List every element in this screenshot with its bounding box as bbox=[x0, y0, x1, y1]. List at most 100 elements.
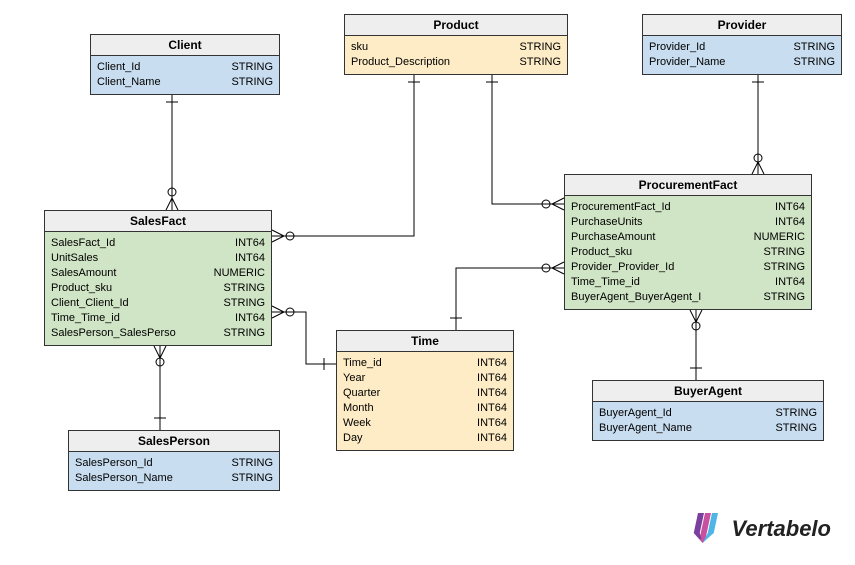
field-row: Provider_Provider_Id STRING bbox=[571, 260, 805, 275]
field-name: Year bbox=[343, 371, 373, 386]
field-type: STRING bbox=[519, 40, 561, 55]
field-type: STRING bbox=[793, 40, 835, 55]
field-type: STRING bbox=[223, 326, 265, 341]
field-row: Product_skuSTRING bbox=[571, 245, 805, 260]
field-row: Week INT64 bbox=[343, 416, 507, 431]
field-type: STRING bbox=[231, 456, 273, 471]
field-name: Client_Id bbox=[97, 60, 148, 75]
field-name: SalesPerson_Name bbox=[75, 471, 181, 486]
field-row: UnitSales INT64 bbox=[51, 251, 265, 266]
field-name: Provider_Provider_Id bbox=[571, 260, 682, 275]
field-name: Product_sku bbox=[51, 281, 120, 296]
field-row: Product_Description STRING bbox=[351, 55, 561, 70]
field-name: BuyerAgent_Name bbox=[599, 421, 700, 436]
field-name: Product_Description bbox=[351, 55, 458, 70]
field-row: Month INT64 bbox=[343, 401, 507, 416]
field-row: SalesPerson_Id STRING bbox=[75, 456, 273, 471]
entity-time-body: Time_idINT64 YearINT64 QuarterINT64 Mont… bbox=[337, 352, 513, 450]
field-type: INT64 bbox=[477, 431, 507, 446]
field-name: ProcurementFact_Id bbox=[571, 200, 679, 215]
field-name: Quarter bbox=[343, 386, 388, 401]
entity-salesfact-body: SalesFact_Id INT64 UnitSales INT64 SalesAm… bbox=[45, 232, 271, 345]
entity-client-body: Client_Id STRING Client_Name STRING bbox=[91, 56, 279, 94]
entity-client: Client Client_IdSTRING Client_NameSTRING bbox=[90, 34, 280, 95]
field-name: Day bbox=[343, 431, 371, 446]
field-name: Product_sku bbox=[571, 245, 640, 260]
entity-salesperson-body: SalesPerson_Id STRING SalesPerson_NameSTR… bbox=[69, 452, 279, 490]
field-row: ProcurementFact_Id INT64 bbox=[571, 200, 805, 215]
entity-salesfact-title: SalesFact bbox=[45, 211, 271, 232]
field-type: INT64 bbox=[775, 275, 805, 290]
field-name: Week bbox=[343, 416, 379, 431]
field-name: BuyerAgent_Id bbox=[599, 406, 680, 421]
field-row: Provider_Name STRING bbox=[649, 55, 835, 70]
field-type: INT64 bbox=[775, 200, 805, 215]
entity-salesperson: SalesPerson SalesPerson_Id STRING SalesPe… bbox=[68, 430, 280, 491]
field-type: STRING bbox=[223, 296, 265, 311]
field-type: STRING bbox=[231, 75, 273, 90]
field-row: Client_Name STRING bbox=[97, 75, 273, 90]
field-row: PurchaseAmount NUMERIC bbox=[571, 230, 805, 245]
field-type: INT64 bbox=[477, 356, 507, 371]
field-type: INT64 bbox=[477, 416, 507, 431]
field-type: STRING bbox=[775, 421, 817, 436]
field-name: SalesFact_Id bbox=[51, 236, 123, 251]
field-name: Time_Time_id bbox=[51, 311, 128, 326]
field-row: PurchaseUnits INT64 bbox=[571, 215, 805, 230]
field-name: PurchaseAmount bbox=[571, 230, 663, 245]
field-row: Provider_Id STRING bbox=[649, 40, 835, 55]
field-name: UnitSales bbox=[51, 251, 106, 266]
entity-provider-title: Provider bbox=[643, 15, 841, 36]
field-type: INT64 bbox=[235, 311, 265, 326]
entity-provider-body: Provider_Id STRING Provider_Name STRING bbox=[643, 36, 841, 74]
field-type: STRING bbox=[775, 406, 817, 421]
field-row: QuarterINT64 bbox=[343, 386, 507, 401]
field-type: STRING bbox=[763, 260, 805, 275]
field-name: Provider_Name bbox=[649, 55, 733, 70]
vertabelo-logo: Vertabelo bbox=[688, 513, 831, 545]
field-name: Month bbox=[343, 401, 382, 416]
field-type: STRING bbox=[793, 55, 835, 70]
field-name: Time_id bbox=[343, 356, 390, 371]
field-name: Provider_Id bbox=[649, 40, 713, 55]
field-name: SalesPerson_SalesPerso bbox=[51, 326, 184, 341]
field-row: Time_Time_id INT64 bbox=[571, 275, 805, 290]
field-row: Time_id INT64 bbox=[343, 356, 507, 371]
field-row: Day INT64 bbox=[343, 431, 507, 446]
field-name: SalesPerson_Id bbox=[75, 456, 161, 471]
field-name: Client_Client_Id bbox=[51, 296, 137, 311]
field-row: Product_sku STRING bbox=[51, 281, 265, 296]
vertabelo-logo-icon bbox=[688, 513, 724, 545]
field-name: PurchaseUnits bbox=[571, 215, 651, 230]
entity-buyeragent-title: BuyerAgent bbox=[593, 381, 823, 402]
field-type: INT64 bbox=[775, 215, 805, 230]
entity-procurementfact: ProcurementFact ProcurementFact_IdINT64 … bbox=[564, 174, 812, 310]
field-type: STRING bbox=[763, 290, 805, 305]
field-name: Client_Name bbox=[97, 75, 169, 90]
field-row: SalesPerson_SalesPerso STRING bbox=[51, 326, 265, 341]
field-row: Year INT64 bbox=[343, 371, 507, 386]
entity-provider: Provider Provider_Id STRING Provider_Name… bbox=[642, 14, 842, 75]
field-type: INT64 bbox=[477, 401, 507, 416]
field-row: sku STRING bbox=[351, 40, 561, 55]
field-type: INT64 bbox=[477, 371, 507, 386]
field-row: BuyerAgent_Name STRING bbox=[599, 421, 817, 436]
entity-time-title: Time bbox=[337, 331, 513, 352]
field-row: SalesAmountNUMERIC bbox=[51, 266, 265, 281]
entity-time: Time Time_idINT64 YearINT64 QuarterINT64… bbox=[336, 330, 514, 451]
field-row: SalesPerson_NameSTRING bbox=[75, 471, 273, 486]
entity-procurementfact-body: ProcurementFact_Id INT64 PurchaseUnits INT… bbox=[565, 196, 811, 309]
field-type: STRING bbox=[519, 55, 561, 70]
field-type: NUMERIC bbox=[754, 230, 805, 245]
field-type: STRING bbox=[223, 281, 265, 296]
entity-product: Product skuSTRING Product_DescriptionSTR… bbox=[344, 14, 568, 75]
field-name: Time_Time_id bbox=[571, 275, 648, 290]
entity-salesperson-title: SalesPerson bbox=[69, 431, 279, 452]
field-type: INT64 bbox=[235, 251, 265, 266]
vertabelo-logo-text: Vertabelo bbox=[732, 516, 831, 542]
field-name: SalesAmount bbox=[51, 266, 124, 281]
entity-product-body: sku STRING Product_Description STRING bbox=[345, 36, 567, 74]
entity-buyeragent-body: BuyerAgent_Id STRING BuyerAgent_Name STRIN… bbox=[593, 402, 823, 440]
field-row: Client_Client_Id STRING bbox=[51, 296, 265, 311]
field-name: sku bbox=[351, 40, 376, 55]
